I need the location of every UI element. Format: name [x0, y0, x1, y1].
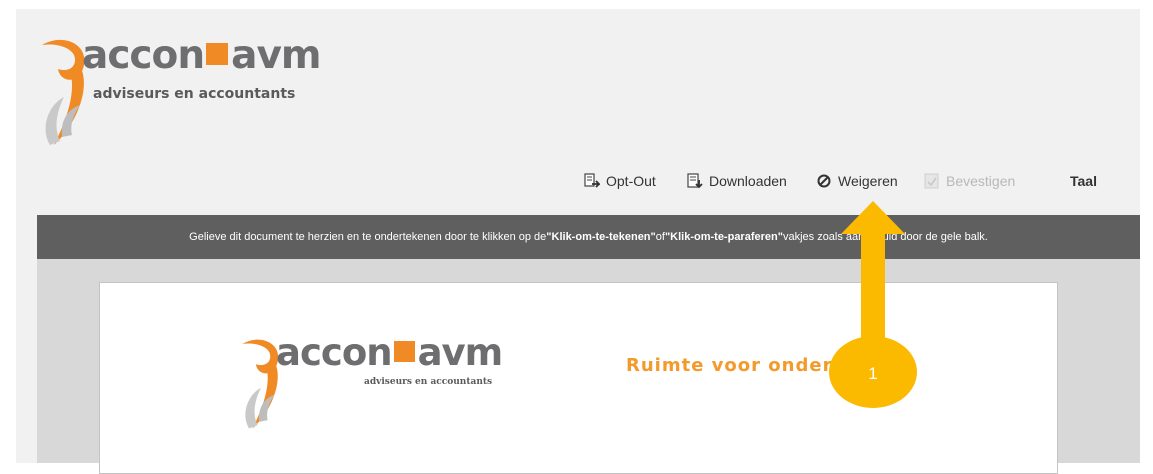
confirm-button[interactable]: Bevestigen: [924, 173, 1015, 189]
decline-button[interactable]: Weigeren: [816, 173, 898, 189]
confirm-label: Bevestigen: [946, 173, 1016, 189]
annotation-step-marker: 1: [829, 336, 917, 408]
document-logo: accon avm adviseurs en accountants: [238, 331, 538, 441]
page-background: accon avm adviseurs en accountants Opt-Ou…: [16, 9, 1140, 474]
confirm-icon: [924, 173, 939, 189]
logo-tagline: adviseurs en accountants: [93, 86, 296, 102]
instruction-text-3: vakjes zoals aangeduid door de gele balk…: [782, 231, 988, 243]
document-viewer[interactable]: accon avm adviseurs en accountants Ruimte…: [37, 259, 1140, 474]
download-button[interactable]: Downloaden: [687, 173, 787, 189]
opt-out-icon: [584, 173, 600, 188]
initial-term: "Klik-om-te-paraferen": [664, 231, 783, 243]
language-menu[interactable]: Taal: [1070, 173, 1097, 189]
document-logo-wordmark: accon avm: [276, 331, 503, 374]
opt-out-button[interactable]: Opt-Out: [584, 173, 656, 189]
document-logo-tagline: adviseurs en accountants: [364, 377, 493, 387]
logo-wordmark: accon avm: [82, 33, 322, 78]
document-logo-square-icon: [393, 341, 415, 362]
sign-term: "Klik-om-te-tekenen": [546, 231, 656, 243]
logo-square-icon: [206, 43, 229, 65]
download-icon: [687, 173, 703, 189]
instruction-bar: Gelieve dit document te herzien en te on…: [37, 215, 1140, 259]
decline-icon: [817, 174, 831, 188]
action-toolbar: Opt-Out Downloaden Weigeren Bevestigen T…: [16, 173, 1140, 193]
header-logo[interactable]: accon avm adviseurs en accountants: [40, 25, 340, 155]
instruction-text-2: of: [655, 231, 665, 243]
language-label: Taal: [1070, 173, 1097, 189]
instruction-text-1: Gelieve dit document te herzien en te on…: [189, 231, 547, 243]
annotation-step-number: 1: [868, 364, 878, 383]
opt-out-label: Opt-Out: [606, 173, 656, 189]
download-label: Downloaden: [709, 173, 787, 189]
decline-label: Weigeren: [838, 173, 898, 189]
